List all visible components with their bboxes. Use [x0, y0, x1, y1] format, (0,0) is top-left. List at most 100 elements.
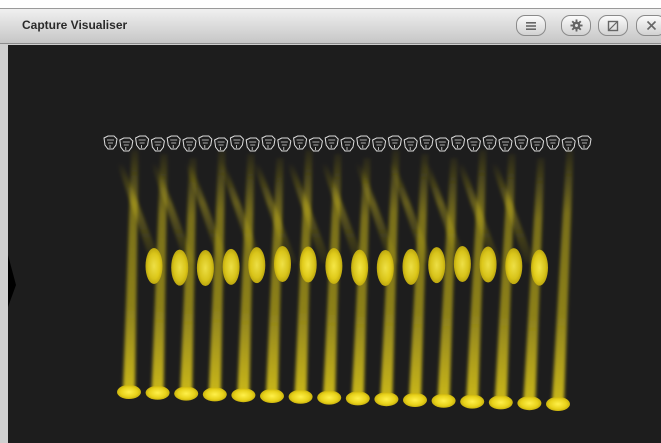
fixture-outline — [182, 137, 197, 152]
fixture-head-icon — [403, 137, 418, 152]
visualiser-viewport[interactable] — [8, 45, 661, 443]
fixture-outline — [245, 137, 260, 152]
fixture-head-icon — [435, 137, 450, 152]
fixture-detail — [344, 141, 351, 150]
window-title: Capture Visualiser — [22, 18, 128, 32]
fixture-head-icon — [356, 135, 371, 150]
floor-spot — [403, 393, 427, 407]
fixture-outline — [561, 137, 576, 152]
floor-spot — [288, 389, 313, 404]
fixture-head-icon — [498, 137, 513, 152]
fixture-detail — [359, 139, 367, 148]
fixture-outline — [103, 135, 118, 150]
mid-spot — [274, 246, 291, 283]
mid-spot — [171, 249, 189, 286]
title-bar[interactable]: Capture Visualiser — [0, 9, 661, 44]
fixture-detail — [517, 139, 525, 148]
fixture-outline — [324, 135, 339, 150]
fixture-head-icon — [293, 135, 308, 150]
fixture-outline — [451, 135, 466, 150]
fixture-outline — [198, 135, 213, 150]
floor-spot — [317, 390, 342, 405]
fixture-detail — [375, 141, 383, 150]
floor-spot — [546, 397, 570, 411]
floor-spot — [460, 394, 485, 409]
fixture-head-icon — [135, 135, 150, 150]
fixture-head-icon — [245, 137, 260, 152]
fixture-head-icon — [545, 135, 560, 150]
fixture-head-icon — [340, 137, 355, 152]
floor-spot — [145, 385, 170, 400]
fixture-detail — [201, 139, 209, 148]
menu-icon — [526, 21, 536, 30]
fixture-head-icon — [119, 137, 134, 152]
fixture-head-icon — [308, 137, 323, 152]
fixture-outline — [577, 135, 592, 150]
fixture-outline — [387, 135, 402, 150]
fixture-outline — [277, 137, 292, 152]
fixture-outline — [261, 135, 276, 150]
fixture-detail — [328, 139, 336, 148]
mid-spot — [479, 246, 497, 283]
fixture-detail — [407, 141, 415, 150]
mid-spot — [248, 247, 266, 284]
fixture-outline — [166, 135, 181, 150]
fixture-detail — [154, 141, 162, 150]
fixture-outline — [150, 137, 165, 152]
floor-spot — [488, 395, 513, 410]
floor-spot — [174, 386, 199, 401]
fixture-outline — [229, 135, 244, 150]
diagonal-beam — [117, 163, 161, 263]
fixture-detail — [423, 139, 430, 148]
capture-visualiser-window: Capture Visualiser — [0, 8, 661, 443]
mid-spot — [299, 246, 317, 283]
fixture-outline — [308, 137, 323, 152]
fixture-head-icon — [214, 137, 229, 152]
floor-spot — [260, 389, 284, 403]
fixture-detail — [138, 139, 146, 148]
fixture-outline — [530, 137, 545, 152]
fixture-outline — [119, 137, 134, 152]
fixture-detail — [533, 141, 541, 150]
fixture-detail — [217, 141, 225, 150]
fixture-head-icon — [182, 137, 197, 152]
mid-spot — [222, 248, 240, 285]
floor-spot — [374, 392, 399, 407]
fixture-head-icon — [530, 137, 545, 152]
fixture-head-icon — [419, 135, 434, 150]
fixture-outline — [214, 137, 229, 152]
restore-button[interactable] — [598, 15, 628, 36]
fixture-detail — [296, 139, 304, 148]
fixture-head-icon — [451, 135, 466, 150]
fixture-detail — [391, 139, 399, 148]
fixture-head-icon — [261, 135, 276, 150]
fixture-head-icon — [482, 135, 497, 150]
mid-spot — [351, 249, 369, 286]
stage-scene — [8, 135, 592, 411]
close-button[interactable] — [636, 15, 661, 36]
fixture-outline — [482, 135, 497, 150]
fixture-detail — [502, 141, 509, 150]
fixture-head-icon — [372, 137, 387, 152]
fixture-outline — [545, 135, 560, 150]
fixture-heads — [103, 135, 592, 152]
floor-spot — [117, 385, 141, 399]
menu-button[interactable] — [516, 15, 546, 36]
mid-spot — [531, 249, 548, 286]
mid-spot — [145, 248, 163, 284]
fixture-detail — [565, 141, 573, 150]
fixture-detail — [233, 139, 241, 148]
fixture-head-icon — [198, 135, 213, 150]
floor-spot — [517, 396, 542, 411]
fixture-detail — [470, 141, 478, 150]
fixture-outline — [356, 135, 371, 150]
fixture-detail — [265, 139, 272, 148]
fixture-head-icon — [514, 135, 529, 150]
settings-button[interactable] — [561, 15, 591, 36]
fixture-outline — [340, 137, 355, 152]
fixture-detail — [486, 139, 494, 148]
fixture-head-icon — [277, 137, 292, 152]
fixture-detail — [438, 141, 446, 150]
fixture-outline — [372, 137, 387, 152]
fixture-detail — [581, 139, 588, 148]
